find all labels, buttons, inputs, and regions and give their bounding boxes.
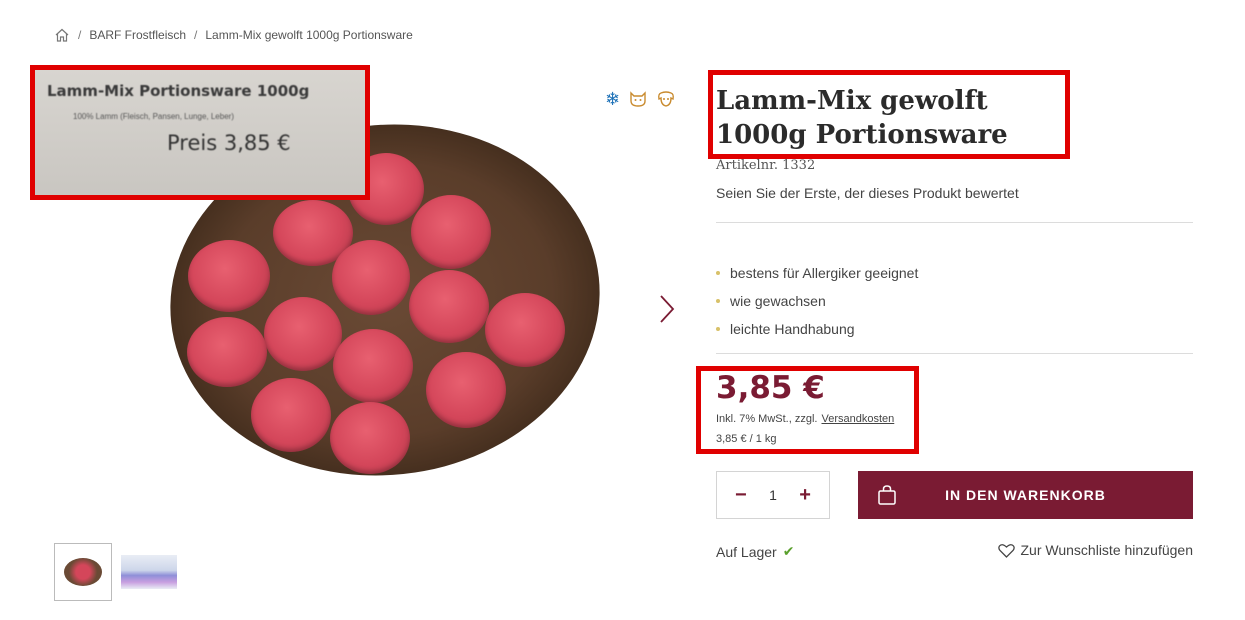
home-icon[interactable]	[54, 27, 70, 43]
add-to-cart-label: IN DEN WARENKORB	[945, 487, 1106, 503]
bullet-icon	[716, 299, 720, 303]
patty	[333, 329, 413, 403]
thumbnail-image	[64, 558, 102, 586]
feature-item: bestens für Allergiker geeignet	[716, 259, 918, 287]
feature-item: leichte Handhabung	[716, 315, 918, 343]
feature-list: bestens für Allergiker geeignet wie gewa…	[716, 259, 918, 343]
shipping-costs-link[interactable]: Versandkosten	[821, 413, 894, 425]
chevron-right-icon[interactable]	[657, 293, 677, 325]
product-price: 3,85 €	[716, 370, 825, 406]
tax-info: Inkl. 7% MwSt., zzgl. Versandkosten	[716, 413, 894, 425]
thumbnail-image	[121, 555, 177, 589]
patty	[426, 352, 506, 428]
product-title: Lamm-Mix gewolft 1000g Portionsware	[716, 86, 1008, 150]
price-label-card-image: Lamm-Mix Portionsware 1000g 100% Lamm (F…	[30, 65, 370, 200]
article-number: Artikelnr. 1332	[716, 158, 816, 173]
breadcrumb: / BARF Frostfleisch / Lamm-Mix gewolft 1…	[54, 27, 413, 43]
label-card-price: Preis 3,85 €	[167, 131, 291, 155]
patty	[409, 270, 489, 343]
feature-text: leichte Handhabung	[730, 321, 855, 337]
divider	[716, 222, 1193, 223]
bullet-icon	[716, 271, 720, 275]
wishlist-label: Zur Wunschliste hinzufügen	[1020, 542, 1194, 558]
feature-text: wie gewachsen	[730, 293, 826, 309]
patty	[330, 402, 410, 474]
increase-quantity-button[interactable]: +	[799, 485, 811, 505]
decrease-quantity-button[interactable]: −	[735, 485, 747, 505]
snowflake-icon: ❄	[605, 89, 621, 109]
patty	[264, 297, 342, 371]
product-image-gallery[interactable]: Lamm-Mix Portionsware 1000g 100% Lamm (F…	[30, 65, 690, 535]
unit-price: 3,85 € / 1 kg	[716, 433, 777, 445]
thumbnail-list	[54, 543, 178, 601]
breadcrumb-separator: /	[78, 28, 82, 42]
quantity-stepper: − 1 +	[716, 471, 830, 519]
patty	[187, 317, 267, 387]
tax-text: Inkl. 7% MwSt., zzgl.	[716, 413, 818, 425]
dog-icon	[658, 91, 675, 107]
bullet-icon	[716, 327, 720, 331]
feature-text: bestens für Allergiker geeignet	[730, 265, 919, 281]
label-card-title: Lamm-Mix Portionsware 1000g	[47, 82, 310, 100]
patty	[332, 240, 410, 315]
feature-item: wie gewachsen	[716, 287, 918, 315]
add-to-cart-button[interactable]: IN DEN WARENKORB	[858, 471, 1193, 519]
patty	[411, 195, 491, 269]
patty	[251, 378, 331, 452]
cat-icon	[630, 91, 646, 107]
breadcrumb-item-current[interactable]: Lamm-Mix gewolft 1000g Portionsware	[205, 28, 412, 42]
breadcrumb-separator: /	[194, 28, 198, 42]
shopping-bag-icon	[878, 485, 896, 505]
label-card-subtitle: 100% Lamm (Fleisch, Pansen, Lunge, Leber…	[73, 112, 234, 121]
rating-prompt[interactable]: Seien Sie der Erste, der dieses Produkt …	[716, 185, 1019, 201]
heart-icon	[997, 543, 1015, 558]
thumbnail-label[interactable]	[120, 543, 178, 601]
stock-text: Auf Lager	[716, 543, 777, 560]
checkmark-icon: ✔	[782, 543, 795, 559]
patty	[188, 240, 270, 312]
patty	[485, 293, 565, 367]
add-to-wishlist-button[interactable]: Zur Wunschliste hinzufügen	[997, 542, 1194, 558]
thumbnail-patties[interactable]	[54, 543, 112, 601]
stock-status: Auf Lager ✔	[716, 543, 794, 560]
quantity-value[interactable]: 1	[769, 487, 777, 503]
divider	[716, 353, 1193, 354]
breadcrumb-item-category[interactable]: BARF Frostfleisch	[89, 28, 186, 42]
feature-icons: ❄	[605, 89, 676, 110]
